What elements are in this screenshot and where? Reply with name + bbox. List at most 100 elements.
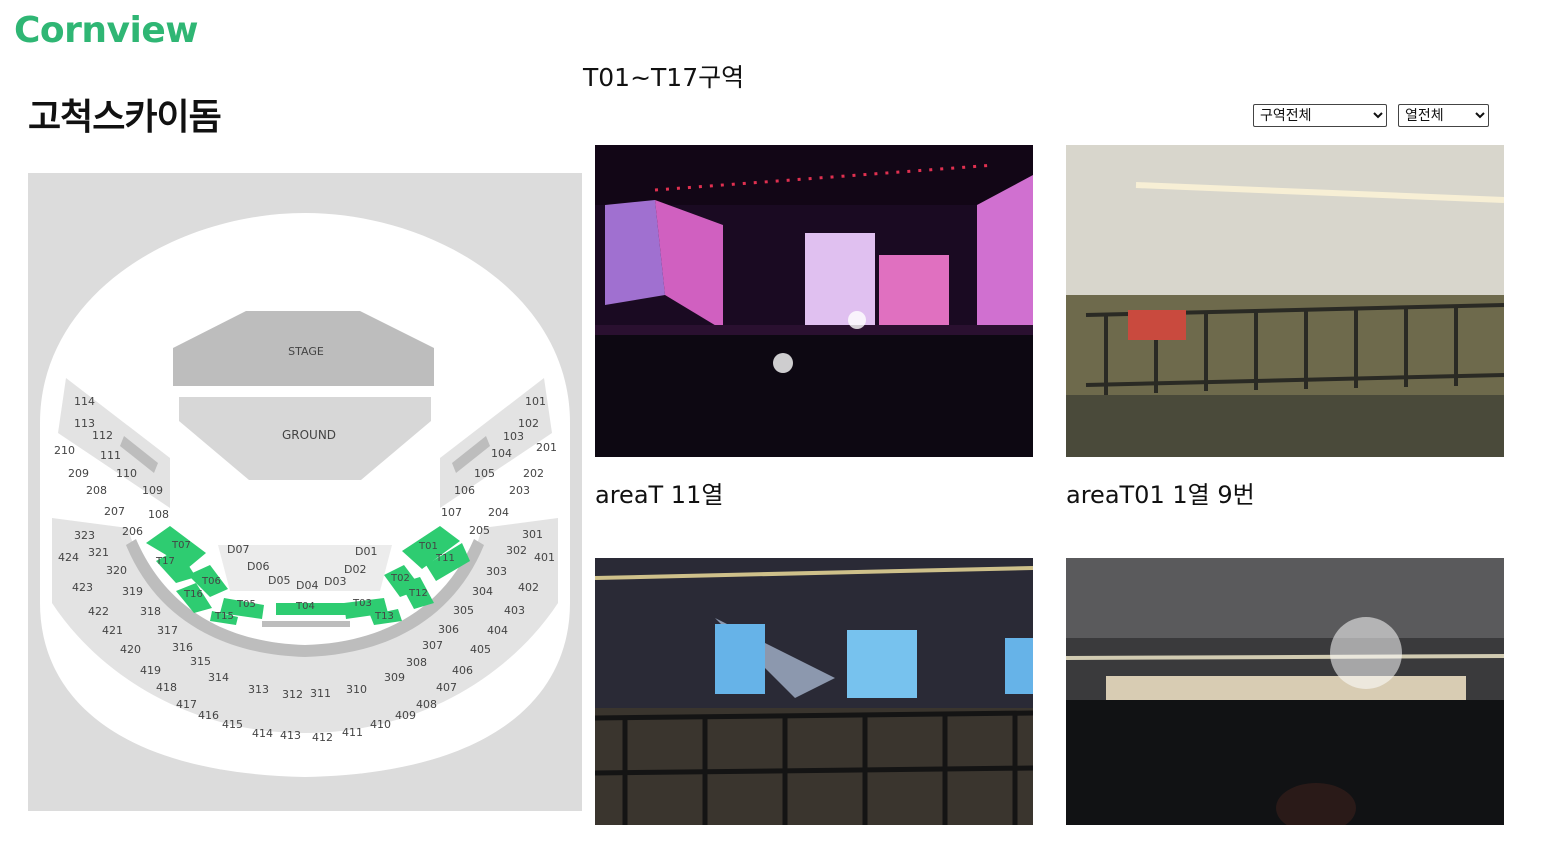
section-label: 308 (406, 656, 427, 669)
audience-area (595, 335, 1033, 457)
section-label: 112 (92, 429, 113, 442)
seat-view-photo[interactable] (1066, 145, 1504, 457)
section-label: 207 (104, 505, 125, 518)
led-screen (605, 200, 665, 305)
section-label: 204 (488, 506, 509, 519)
section-label: 108 (148, 508, 169, 521)
t-label: T17 (155, 556, 175, 567)
section-label: D07 (227, 543, 249, 556)
section-label: 412 (312, 731, 333, 744)
section-label: 302 (506, 544, 527, 557)
t-label: T12 (408, 588, 428, 599)
section-label: 320 (106, 564, 127, 577)
led-screen (977, 175, 1033, 345)
venue-title: 고척스카이돔 (28, 97, 222, 138)
section-label: 404 (487, 624, 508, 637)
section-label: 201 (536, 441, 557, 454)
t-label: T07 (171, 540, 191, 551)
t-label: T11 (435, 553, 455, 564)
section-label: 405 (470, 643, 491, 656)
section-label: 104 (491, 447, 512, 460)
photo-ceiling (595, 145, 1033, 205)
section-label: 309 (384, 671, 405, 684)
section-label: 415 (222, 718, 243, 731)
t-label: T06 (201, 576, 221, 587)
t-label: T05 (236, 599, 256, 610)
section-label: 312 (282, 688, 303, 701)
seat-view-photo[interactable] (1066, 558, 1504, 825)
seat-view-photo[interactable] (595, 558, 1033, 825)
section-label: 402 (518, 581, 539, 594)
section-label: 316 (172, 641, 193, 654)
seat-sign (1128, 310, 1186, 340)
section-label: 411 (342, 726, 363, 739)
section-label: 310 (346, 683, 367, 696)
section-label: D06 (247, 560, 269, 573)
t-label: T13 (374, 611, 394, 622)
section-label: 422 (88, 605, 109, 618)
section-label: 306 (438, 623, 459, 636)
section-label: 305 (453, 604, 474, 617)
section-label: 318 (140, 605, 161, 618)
section-label: 111 (100, 449, 121, 462)
section-label: 423 (72, 581, 93, 594)
section-label: 105 (474, 467, 495, 480)
section-label: 323 (74, 529, 95, 542)
barricade-image (1066, 145, 1504, 457)
section-label: 424 (58, 551, 79, 564)
t-label: T01 (418, 541, 438, 552)
light-rig (1066, 654, 1504, 660)
row-filter-select[interactable]: 열전체 (1398, 104, 1489, 127)
section-label: 413 (280, 729, 301, 742)
led-screen (715, 624, 765, 694)
seat-map-drawing: STAGE GROUND 114 113 112 111 110 109 108… (40, 213, 570, 777)
section-label: 101 (525, 395, 546, 408)
section-label: 303 (486, 565, 507, 578)
section-label: 311 (310, 687, 331, 700)
photo-caption: areaT01 1열 9번 (1066, 481, 1255, 509)
section-label: 319 (122, 585, 143, 598)
photo-card[interactable]: areaT01 1열 9번 (1066, 145, 1504, 510)
floor-divider (262, 621, 350, 627)
spotlight (1330, 617, 1402, 689)
lightstick (848, 311, 866, 329)
section-label: 107 (441, 506, 462, 519)
filter-bar: 구역전체 열전체 (1253, 104, 1489, 127)
section-label: 307 (422, 639, 443, 652)
stage-label: STAGE (288, 345, 324, 358)
section-label: 418 (156, 681, 177, 694)
cornview-logo[interactable]: Cornview (14, 10, 199, 51)
section-label: 203 (509, 484, 530, 497)
seat-view-photo[interactable] (595, 145, 1033, 457)
t-label: T16 (183, 589, 203, 600)
section-label: 313 (248, 683, 269, 696)
section-label: 205 (469, 524, 490, 537)
section-label: 208 (86, 484, 107, 497)
led-screen (847, 630, 917, 698)
photo-card[interactable] (1066, 558, 1504, 843)
floor-shadow (1066, 395, 1504, 457)
section-label: 416 (198, 709, 219, 722)
concert-lights-image (1066, 558, 1504, 825)
zone-filter-select[interactable]: 구역전체 (1253, 104, 1387, 127)
section-label: 110 (116, 467, 137, 480)
concert-stage-image (595, 145, 1033, 457)
section-label: 421 (102, 624, 123, 637)
stage-glow (1106, 676, 1466, 700)
section-label: 109 (142, 484, 163, 497)
photo-card[interactable]: areaT 11열 (595, 145, 1033, 510)
section-label: 315 (190, 655, 211, 668)
photo-haze (1066, 145, 1504, 295)
section-label: 419 (140, 664, 161, 677)
section-label: 314 (208, 671, 229, 684)
section-label: 401 (534, 551, 555, 564)
seat-map: STAGE GROUND 114 113 112 111 110 109 108… (28, 173, 582, 811)
section-label: 209 (68, 467, 89, 480)
photo-card[interactable] (595, 558, 1033, 843)
section-label: 409 (395, 709, 416, 722)
section-label: 403 (504, 604, 525, 617)
section-label: 206 (122, 525, 143, 538)
t-label: T15 (214, 611, 234, 622)
t-label: T02 (390, 573, 410, 584)
section-label: 304 (472, 585, 493, 598)
